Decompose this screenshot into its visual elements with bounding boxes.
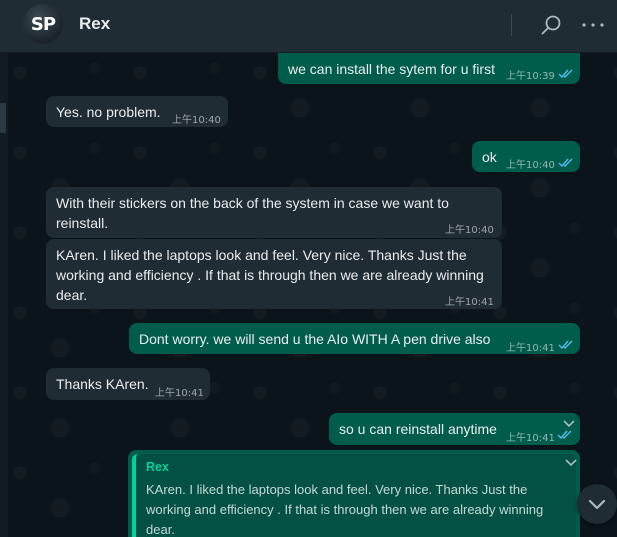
quote-text: KAren. I liked the laptops look and feel… [146, 482, 544, 537]
message-text: ok [482, 149, 497, 165]
reply-message[interactable]: Rex KAren. I liked the laptops look and … [128, 450, 580, 537]
message-text: so u can reinstall anytime [339, 421, 497, 437]
message-time: 上午10:41 [445, 297, 494, 308]
search-icon[interactable] [540, 14, 562, 36]
message-outgoing[interactable]: so u can reinstall anytime 上午10:41 [329, 413, 580, 445]
message-outgoing[interactable]: ok 上午10:40 [472, 141, 580, 172]
message-time: 上午10:40 [506, 160, 555, 171]
double-check-icon [557, 430, 572, 440]
message-outgoing[interactable]: Dont worry. we will send u the AIo WITH … [129, 323, 580, 354]
double-check-icon [558, 158, 573, 168]
chevron-down-icon[interactable] [565, 459, 577, 467]
message-text: we can install the sytem for u first [288, 61, 495, 77]
message-incoming[interactable]: With their stickers on the back of the s… [46, 187, 502, 238]
message-time: 上午10:41 [155, 388, 204, 399]
chat-header: SP Rex [0, 0, 617, 53]
menu-icon[interactable] [580, 14, 606, 36]
left-scrollbar[interactable] [0, 53, 8, 537]
message-time: 上午10:40 [445, 225, 494, 236]
message-time: 上午10:41 [506, 343, 555, 354]
contact-name[interactable]: Rex [79, 14, 110, 34]
message-incoming[interactable]: Thanks KAren. 上午10:41 [46, 368, 210, 400]
message-time: 上午10:39 [506, 71, 555, 82]
chevron-down-icon[interactable] [563, 420, 575, 428]
message-text: With their stickers on the back of the s… [56, 195, 449, 231]
chevron-down-icon [588, 499, 606, 510]
quote-author: Rex [146, 460, 169, 474]
message-text: Thanks KAren. [56, 376, 149, 392]
message-text: Yes. no problem. [56, 104, 161, 120]
message-text: KAren. I liked the laptops look and feel… [56, 247, 484, 303]
header-divider [511, 14, 512, 36]
message-incoming[interactable]: KAren. I liked the laptops look and feel… [46, 239, 502, 309]
message-outgoing[interactable]: we can install the sytem for u first 上午1… [278, 53, 580, 84]
message-time: 上午10:41 [506, 433, 555, 444]
double-check-icon [558, 69, 573, 79]
message-incoming[interactable]: Yes. no problem. 上午10:40 [46, 96, 228, 127]
message-text: Dont worry. we will send u the AIo WITH … [139, 331, 491, 347]
scroll-to-bottom-button[interactable] [577, 484, 617, 524]
scroll-thumb[interactable] [0, 103, 6, 133]
avatar[interactable]: SP [23, 4, 63, 44]
message-time: 上午10:40 [172, 115, 221, 126]
double-check-icon [558, 340, 573, 350]
chat-pane[interactable]: we can install the sytem for u first 上午1… [0, 53, 617, 537]
quoted-message[interactable]: Rex KAren. I liked the laptops look and … [132, 454, 576, 537]
